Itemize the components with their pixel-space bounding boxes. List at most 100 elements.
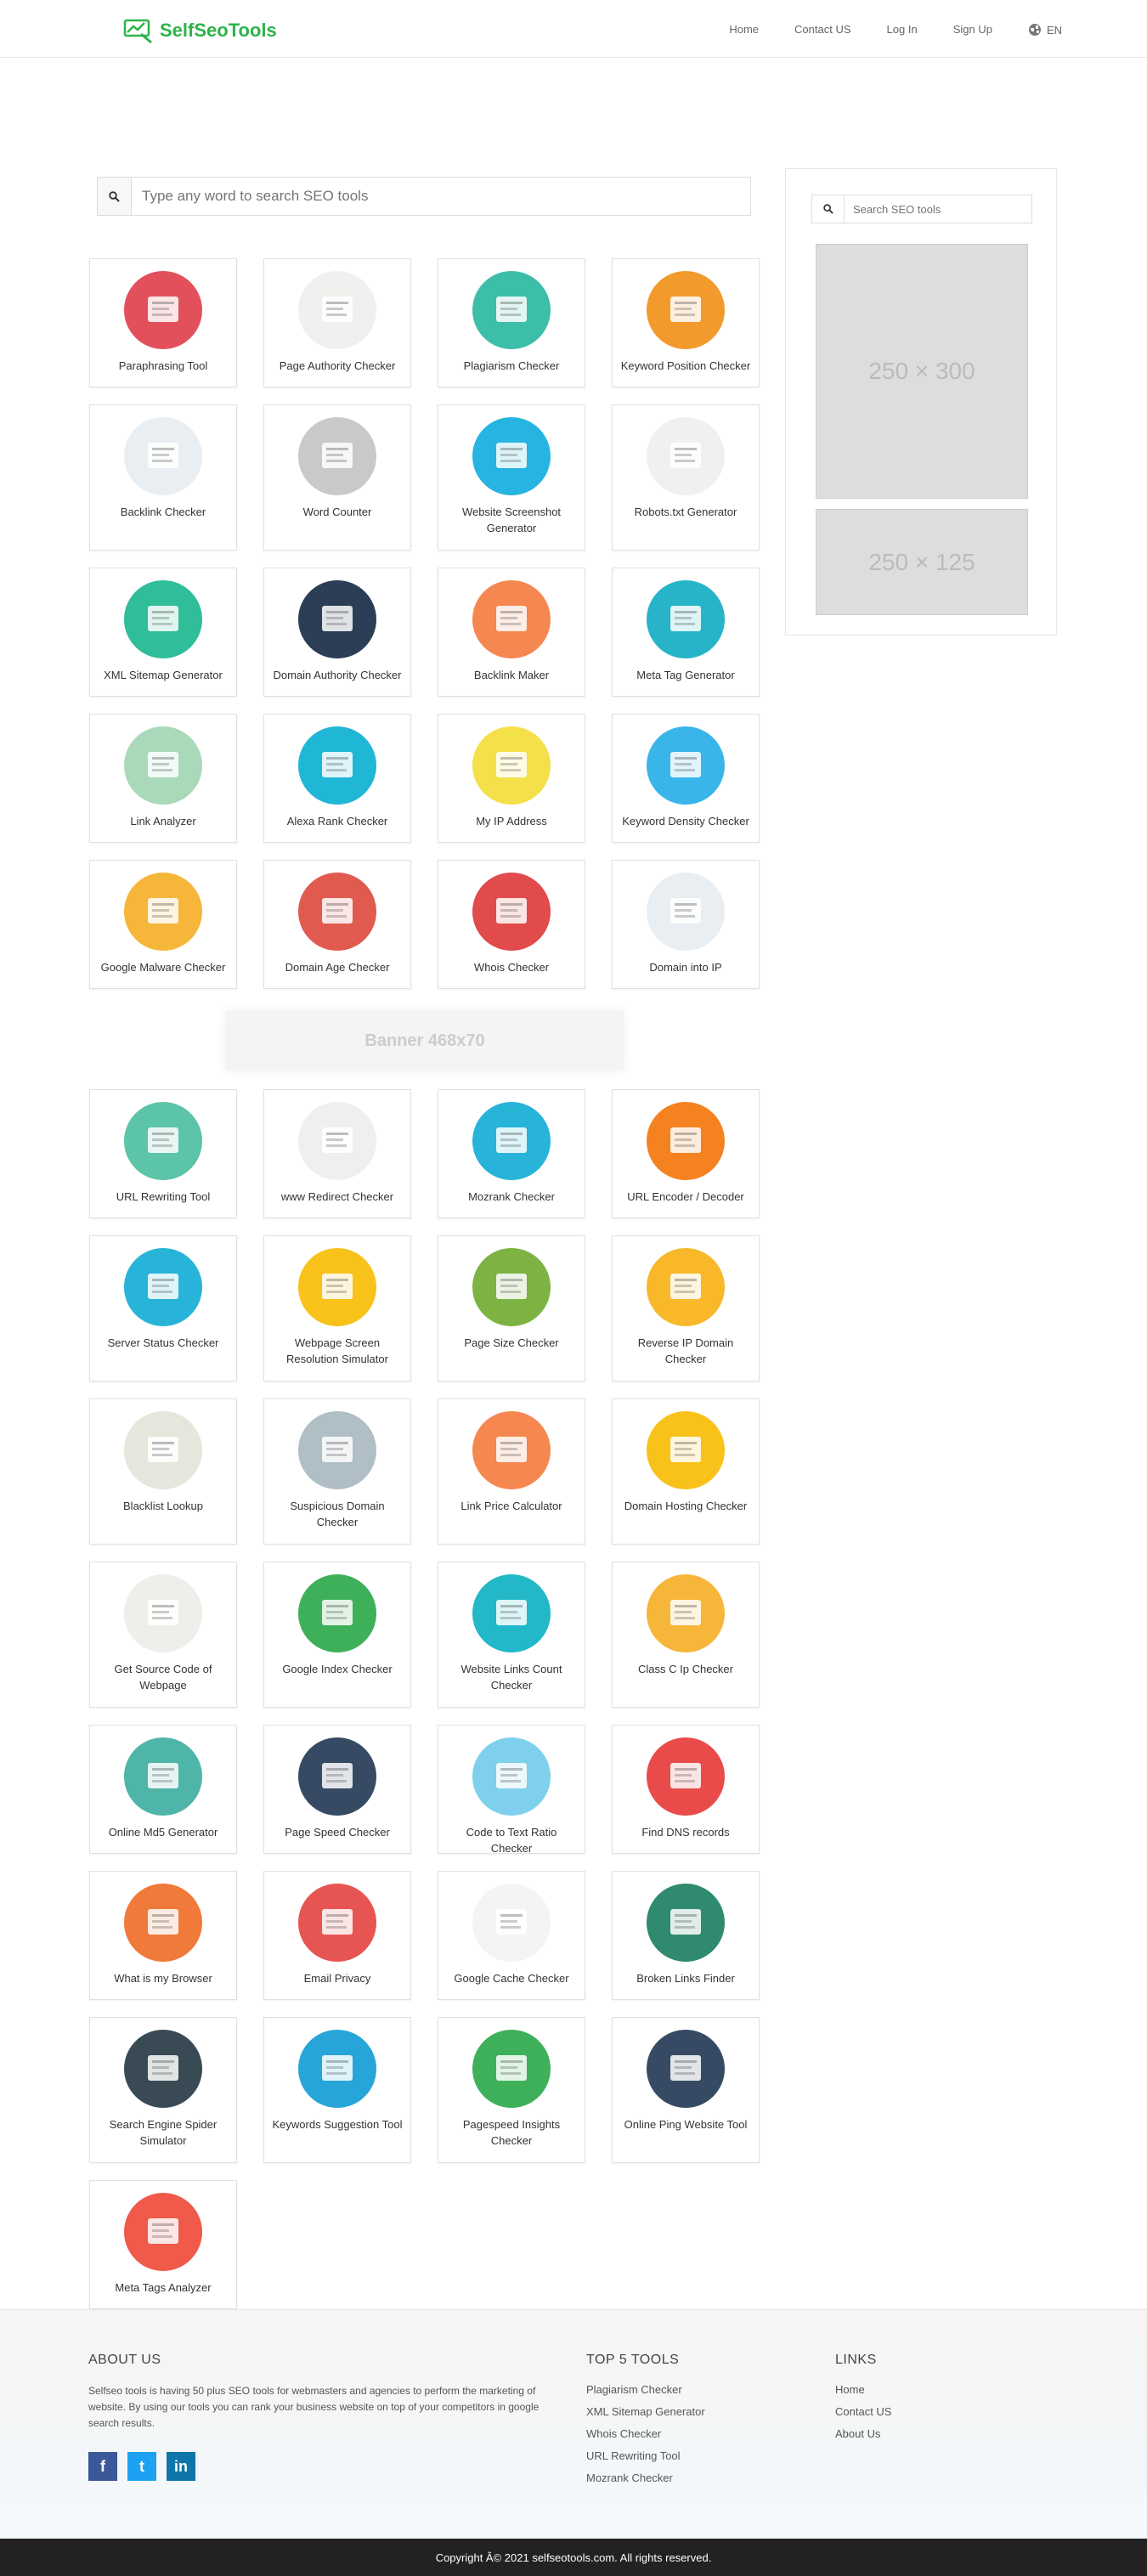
bar-chart-icon: [647, 2030, 725, 2108]
tool-card-label: URL Rewriting Tool: [116, 1190, 211, 1203]
tool-card[interactable]: Keywords Suggestion Tool: [263, 2017, 411, 2163]
tool-card[interactable]: Blacklist Lookup: [89, 1398, 237, 1545]
site-logo[interactable]: SelfSeoTools: [122, 17, 277, 44]
facebook-icon[interactable]: f: [88, 2452, 117, 2481]
tool-card-label: Alexa Rank Checker: [286, 815, 388, 828]
tool-card[interactable]: Meta Tags Analyzer: [89, 2180, 237, 2309]
tool-card[interactable]: Domain into IP: [612, 860, 760, 989]
nav-login[interactable]: Log In: [887, 23, 918, 37]
tool-card[interactable]: Online Md5 Generator: [89, 1725, 237, 1854]
globe-icon: [647, 873, 725, 951]
tool-card[interactable]: Domain Hosting Checker: [612, 1398, 760, 1545]
tool-card[interactable]: Find DNS records: [612, 1725, 760, 1854]
tool-card[interactable]: XML Sitemap Generator: [89, 568, 237, 697]
tool-card-label: Code to Text Ratio Checker: [466, 1826, 557, 1855]
tool-card-label: Backlink Checker: [120, 506, 206, 518]
tool-card[interactable]: Domain Age Checker: [263, 860, 411, 989]
linkedin-icon[interactable]: in: [167, 2452, 195, 2481]
tool-card[interactable]: Alexa Rank Checker: [263, 714, 411, 843]
ad-250x125[interactable]: 250 × 125: [816, 509, 1028, 615]
google-search-icon: [298, 1574, 376, 1652]
twitter-icon[interactable]: t: [127, 2452, 156, 2481]
download-doc-icon: [472, 1574, 551, 1652]
sidebar-search-button[interactable]: [812, 195, 845, 223]
nav-home[interactable]: Home: [729, 23, 759, 37]
rocket-icon: [298, 580, 376, 658]
tool-card[interactable]: Robots.txt Generator: [612, 404, 760, 551]
tool-card[interactable]: URL Encoder / Decoder: [612, 1089, 760, 1218]
search-icon: [647, 726, 725, 805]
sidebar: 250 × 300 250 × 125: [785, 168, 1057, 636]
tool-card-label: Meta Tag Generator: [636, 669, 735, 681]
server-tower-icon: [647, 1411, 725, 1489]
tool-card[interactable]: My IP Address: [438, 714, 585, 843]
tool-card-label: Paraphrasing Tool: [118, 359, 208, 372]
tool-card-label: Plagiarism Checker: [463, 359, 560, 372]
tool-card[interactable]: Keyword Density Checker: [612, 714, 760, 843]
tool-card[interactable]: Broken Links Finder: [612, 1871, 760, 2000]
tool-card[interactable]: Code to Text Ratio Checker: [438, 1725, 585, 1855]
money-hand-icon: [472, 1411, 551, 1489]
tool-card[interactable]: Get Source Code of Webpage: [89, 1562, 237, 1708]
tool-card[interactable]: Whois Checker: [438, 860, 585, 989]
shield-icon: [298, 1411, 376, 1489]
magnifier-document-icon: [472, 271, 551, 349]
tool-card[interactable]: Email Privacy: [263, 1871, 411, 2000]
tool-card[interactable]: Plagiarism Checker: [438, 258, 585, 387]
tool-card[interactable]: Paraphrasing Tool: [89, 258, 237, 387]
bug-icon: [647, 417, 725, 495]
tool-card[interactable]: Meta Tag Generator: [612, 568, 760, 697]
sidebar-search: [811, 195, 1032, 223]
tool-card-label: Get Source Code of Webpage: [114, 1663, 212, 1692]
tool-card[interactable]: Keyword Position Checker: [612, 258, 760, 387]
sidebar-search-input[interactable]: [845, 195, 1031, 223]
tool-card[interactable]: Google Index Checker: [263, 1562, 411, 1708]
tool-card[interactable]: Website Screenshot Generator: [438, 404, 585, 551]
tool-card[interactable]: Backlink Checker: [89, 404, 237, 551]
tool-card[interactable]: Webpage Screen Resolution Simulator: [263, 1235, 411, 1381]
tool-card[interactable]: Suspicious Domain Checker: [263, 1398, 411, 1545]
www-window-icon: [298, 1102, 376, 1180]
tool-card[interactable]: Reverse IP Domain Checker: [612, 1235, 760, 1381]
tool-card[interactable]: Search Engine Spider Simulator: [89, 2017, 237, 2163]
lock-icon: [124, 1737, 202, 1816]
tool-card[interactable]: Google Cache Checker: [438, 1871, 585, 2000]
footer-link-home[interactable]: Home: [835, 2383, 891, 2396]
books-icon: [298, 2030, 376, 2108]
tool-card[interactable]: Online Ping Website Tool: [612, 2017, 760, 2163]
footer-tool-link[interactable]: Whois Checker: [586, 2427, 705, 2440]
language-selector[interactable]: EN: [1028, 23, 1062, 37]
tool-card[interactable]: Link Analyzer: [89, 714, 237, 843]
tool-card[interactable]: Backlink Maker: [438, 568, 585, 697]
tool-card[interactable]: www Redirect Checker: [263, 1089, 411, 1218]
tool-card[interactable]: Class C Ip Checker: [612, 1562, 760, 1708]
nav-signup[interactable]: Sign Up: [953, 23, 992, 37]
tool-card[interactable]: Link Price Calculator: [438, 1398, 585, 1545]
footer-tool-link[interactable]: XML Sitemap Generator: [586, 2405, 705, 2418]
tool-card-label: Link Analyzer: [130, 815, 196, 828]
tool-search-input[interactable]: [132, 178, 750, 215]
tool-card[interactable]: Mozrank Checker: [438, 1089, 585, 1218]
tool-card[interactable]: Page Size Checker: [438, 1235, 585, 1381]
nav-contact[interactable]: Contact US: [794, 23, 850, 37]
copyright: Copyright Â© 2021 selfseotools.com. All …: [0, 2539, 1147, 2576]
tool-card[interactable]: Word Counter: [263, 404, 411, 551]
footer-tool-link[interactable]: Plagiarism Checker: [586, 2383, 705, 2396]
footer-link-contact[interactable]: Contact US: [835, 2405, 891, 2418]
footer-tool-link[interactable]: URL Rewriting Tool: [586, 2449, 705, 2462]
tool-card[interactable]: Server Status Checker: [89, 1235, 237, 1381]
tool-card-label: Whois Checker: [473, 961, 550, 974]
tool-card[interactable]: Page Speed Checker: [263, 1725, 411, 1854]
tool-card[interactable]: Google Malware Checker: [89, 860, 237, 989]
footer-link-about[interactable]: About Us: [835, 2427, 891, 2440]
tool-card[interactable]: Pagespeed Insights Checker: [438, 2017, 585, 2163]
footer-tool-link[interactable]: Mozrank Checker: [586, 2471, 705, 2484]
download-icon: [472, 1248, 551, 1326]
tool-card[interactable]: URL Rewriting Tool: [89, 1089, 237, 1218]
tool-card[interactable]: Page Authority Checker: [263, 258, 411, 387]
tool-card[interactable]: Domain Authority Checker: [263, 568, 411, 697]
tool-card[interactable]: What is my Browser: [89, 1871, 237, 2000]
tool-card[interactable]: Website Links Count Checker: [438, 1562, 585, 1708]
ad-250x300[interactable]: 250 × 300: [816, 244, 1028, 499]
search-button[interactable]: [98, 178, 132, 215]
